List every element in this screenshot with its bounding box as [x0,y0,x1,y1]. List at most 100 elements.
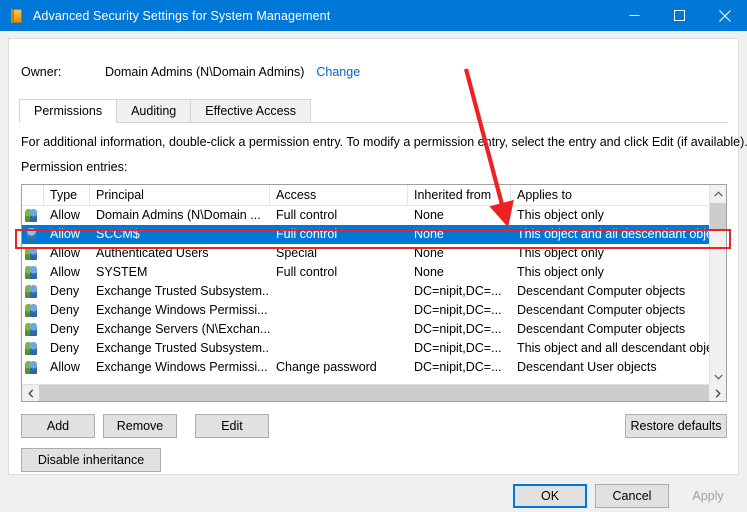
advanced-security-settings-dialog: Advanced Security Settings for System Ma… [0,0,747,512]
column-header-type[interactable]: Type [44,185,90,206]
vertical-scrollbar-thumb[interactable] [710,203,726,229]
cell-type: Deny [50,341,80,355]
table-header-row: Type Principal Access Inherited from App… [22,185,710,206]
tab-permissions[interactable]: Permissions [19,99,118,123]
cell-access [270,320,408,339]
tab-auditing[interactable]: Auditing [116,99,192,122]
table-viewport: Type Principal Access Inherited from App… [22,185,710,385]
vertical-scrollbar[interactable] [709,185,726,385]
cell-type: Deny [50,322,80,336]
folder-icon [9,8,25,24]
table-row[interactable]: Allow SYSTEM Full control None This object o… [22,263,710,282]
cell-inherited-from: DC=nipit,DC=... [414,360,502,374]
restore-defaults-button[interactable]: Restore defaults [625,414,727,438]
apply-button: Apply [677,484,739,508]
cell-inherited-from: None [414,227,444,241]
cancel-button[interactable]: Cancel [595,484,669,508]
cell-type: Allow [50,227,80,241]
permission-entries-table[interactable]: Type Principal Access Inherited from App… [21,184,727,402]
cell-principal: Exchange Windows Permissi... [96,303,268,317]
cell-principal: Exchange Trusted Subsystem... [96,341,270,355]
edit-button[interactable]: Edit [195,414,269,438]
cell-type: Allow [50,360,80,374]
cell-inherited-from: DC=nipit,DC=... [414,322,502,336]
owner-row: Owner: Domain Admins (N\Domain Admins) C… [21,65,360,79]
cell-principal: SYSTEM [96,265,148,279]
ok-button[interactable]: OK [513,484,587,508]
window-title: Advanced Security Settings for System Ma… [33,8,331,23]
horizontal-scrollbar[interactable] [22,384,726,401]
cell-inherited-from: None [414,208,444,222]
scroll-right-icon[interactable] [709,385,726,402]
group-icon [22,339,44,358]
table-row[interactable]: Deny Exchange Servers (N\Exchan... DC=nipi… [22,320,710,339]
info-text: For additional information, double-click… [21,135,747,149]
cell-inherited-from: DC=nipit,DC=... [414,303,502,317]
column-header-inherited-from[interactable]: Inherited from [408,185,511,206]
cell-applies-to: Descendant Computer objects [517,303,686,317]
dialog-footer: OK Cancel Apply [0,484,747,512]
column-header-icon[interactable] [22,185,44,206]
maximize-icon[interactable] [657,0,702,31]
cell-principal: Exchange Servers (N\Exchan... [96,322,270,336]
cell-principal: Exchange Windows Permissi... [96,360,268,374]
tab-effective-access[interactable]: Effective Access [190,99,312,122]
cell-access: Special [276,246,317,260]
scroll-up-icon[interactable] [710,185,726,202]
group-icon [22,301,44,320]
cell-access [270,282,408,301]
remove-button[interactable]: Remove [103,414,177,438]
change-owner-link[interactable]: Change [316,65,360,79]
scroll-down-icon[interactable] [710,368,726,385]
content-panel: Owner: Domain Admins (N\Domain Admins) C… [8,38,747,475]
cell-access: Full control [276,227,338,241]
table-row[interactable]: Allow Domain Admins (N\Domain ... Full con… [22,206,710,225]
table-row[interactable]: Deny Exchange Windows Permissi... DC=nipit… [22,301,710,320]
cell-type: Allow [50,208,80,222]
title-bar: Advanced Security Settings for System Ma… [0,0,747,31]
cell-type: Deny [50,303,80,317]
cell-applies-to: This object and all descendant objects [517,227,710,241]
cell-applies-to: This object only [517,265,604,279]
cell-type: Deny [50,284,80,298]
cell-applies-to: This object and all descendant objects [517,341,710,355]
cell-type: Allow [50,265,80,279]
horizontal-scrollbar-thumb[interactable] [39,385,709,401]
cell-access: Full control [276,265,338,279]
owner-value: Domain Admins (N\Domain Admins) [105,65,305,79]
column-header-access[interactable]: Access [270,185,408,206]
cell-access: Change password [276,360,377,374]
group-icon [22,320,44,339]
group-icon [22,206,44,225]
cell-inherited-from: DC=nipit,DC=... [414,284,502,298]
cell-inherited-from: None [414,265,444,279]
group-icon [22,358,44,377]
cell-applies-to: Descendant User objects [517,360,657,374]
user-icon [22,225,44,244]
column-header-principal[interactable]: Principal [90,185,270,206]
group-icon [22,263,44,282]
table-row[interactable]: Deny Exchange Trusted Subsystem... DC=nipi… [22,282,710,301]
cell-type: Allow [50,246,80,260]
minimize-icon[interactable] [612,0,657,31]
disable-inheritance-button[interactable]: Disable inheritance [21,448,161,472]
table-row[interactable]: Allow Authenticated Users Special None This … [22,244,710,263]
column-header-applies-to[interactable]: Applies to [511,185,710,206]
tab-strip: Permissions Auditing Effective Access [19,99,728,123]
cell-principal: Domain Admins (N\Domain ... [96,208,261,222]
table-row[interactable]: Deny Exchange Trusted Subsystem... DC=nipi… [22,339,710,358]
cell-principal: Authenticated Users [96,246,209,260]
scroll-left-icon[interactable] [22,385,39,402]
table-row[interactable]: Allow Exchange Windows Permissi... Change … [22,358,710,377]
table-rows: Allow Domain Admins (N\Domain ... Full con… [22,206,710,377]
permission-entries-label: Permission entries: [21,160,128,174]
table-row[interactable]: Allow SCCM$ Full control None This object an… [22,225,710,244]
owner-label: Owner: [21,65,62,79]
close-icon[interactable] [702,0,747,31]
cell-principal: Exchange Trusted Subsystem... [96,284,270,298]
cell-applies-to: Descendant Computer objects [517,322,686,336]
cell-applies-to: This object only [517,246,604,260]
cell-access [270,301,408,320]
cell-applies-to: Descendant Computer objects [517,284,686,298]
add-button[interactable]: Add [21,414,95,438]
